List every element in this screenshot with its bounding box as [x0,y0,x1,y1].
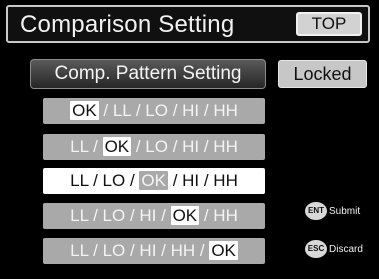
pattern-option-5[interactable]: LL / LO / HI / HH / OK [43,238,265,264]
option-text-after: / LL / LO / HI / HH [98,101,238,120]
option-text-after: / LO / HI / HH [131,137,238,156]
ok-marker: OK [102,137,132,156]
option-text-after: / HH [199,206,238,225]
discard-label: Discard [329,243,363,255]
option-text-before: LL / LO / HI / [70,206,171,225]
ent-submit-key[interactable]: ENT Submit [305,202,360,220]
option-text-after: / HI / HH [167,171,238,190]
top-button[interactable]: TOP [296,12,362,36]
submit-label: Submit [329,205,361,217]
ent-key-icon: ENT [305,202,327,220]
pattern-option-3[interactable]: LL / LO / OK / HI / HH [43,168,265,194]
ok-marker: OK [170,206,200,225]
locked-button[interactable]: Locked [278,60,367,88]
option-text-before: LL / LO / HI / HH / [70,241,210,260]
pattern-option-2[interactable]: LL / OK / LO / HI / HH [43,134,265,160]
comp-pattern-setting-button[interactable]: Comp. Pattern Setting [30,59,266,89]
ok-marker: OK [139,171,168,190]
pattern-option-1[interactable]: OK / LL / LO / HI / HH [43,98,265,124]
ok-marker: OK [209,241,238,260]
ok-marker: OK [70,101,99,120]
esc-key-icon: ESC [305,240,327,258]
esc-discard-key[interactable]: ESC Discard [305,240,363,258]
option-text-before: LL / LO / [70,171,140,190]
title-bar: Comparison Setting TOP [6,5,370,43]
pattern-option-4[interactable]: LL / LO / HI / OK / HH [43,203,265,229]
option-text-before: LL / [70,137,103,156]
page-title: Comparison Setting [20,11,235,38]
